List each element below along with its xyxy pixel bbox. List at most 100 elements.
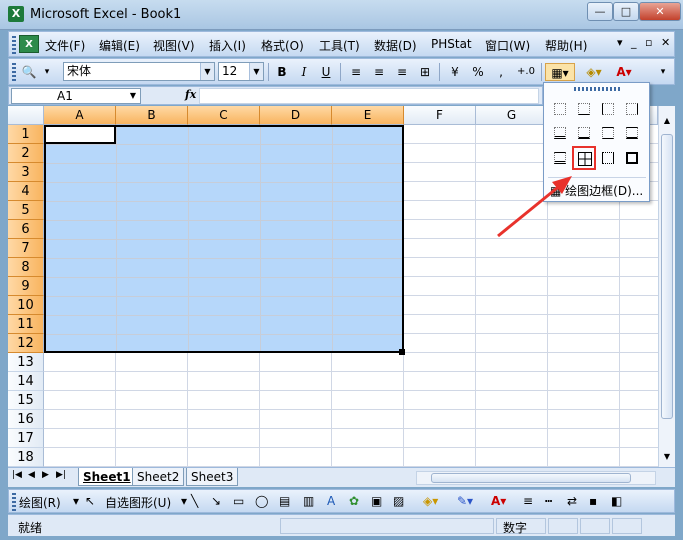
column-header[interactable]: G: [476, 106, 548, 125]
menu-view[interactable]: 视图(V): [153, 37, 195, 54]
3d-style-icon[interactable]: ◧: [611, 494, 622, 508]
palette-grip[interactable]: [574, 87, 622, 91]
borders-button[interactable]: ▦▾: [545, 63, 575, 81]
font-color-icon[interactable]: A▾: [491, 494, 506, 508]
shadow-style-icon[interactable]: ▪: [589, 494, 597, 508]
row-header[interactable]: 2: [8, 144, 44, 163]
bottom-double-border-option[interactable]: [550, 123, 570, 143]
dash-style-icon[interactable]: ┅: [545, 494, 552, 508]
top-double-bottom-border-option[interactable]: [550, 148, 570, 168]
font-color-icon[interactable]: A▾: [611, 63, 637, 81]
doc-close-button[interactable]: ✕: [661, 36, 670, 49]
menu-insert[interactable]: 插入(I): [209, 37, 246, 54]
sheet-tab-active[interactable]: Sheet1: [78, 468, 136, 486]
first-sheet-icon[interactable]: |◀: [12, 470, 22, 480]
row-header[interactable]: 7: [8, 239, 44, 258]
column-header[interactable]: D: [260, 106, 332, 125]
row-header[interactable]: 8: [8, 258, 44, 277]
row-header[interactable]: 4: [8, 182, 44, 201]
chevron-down-icon[interactable]: ▼: [200, 63, 214, 80]
row-header[interactable]: 9: [8, 277, 44, 296]
arrow-icon[interactable]: ↘: [211, 494, 221, 508]
next-sheet-icon[interactable]: ▶: [42, 470, 49, 480]
select-objects-icon[interactable]: ↖: [85, 494, 95, 508]
scroll-up-icon[interactable]: ▲: [661, 114, 673, 128]
horizontal-scrollbar[interactable]: [416, 471, 656, 485]
column-header[interactable]: B: [116, 106, 188, 125]
outside-borders-option[interactable]: [598, 148, 618, 168]
row-header[interactable]: 6: [8, 220, 44, 239]
menu-file[interactable]: 文件(F): [45, 37, 85, 54]
doc-restore-button[interactable]: ▫: [645, 36, 652, 49]
autoshapes-button[interactable]: 自选图形(U): [105, 494, 171, 511]
close-button[interactable]: ✕: [639, 2, 681, 21]
chevron-down-icon[interactable]: ▾: [73, 494, 79, 508]
scroll-down-icon[interactable]: ▼: [661, 450, 673, 464]
chevron-down-icon[interactable]: ▼: [130, 89, 136, 103]
sheet-tab[interactable]: Sheet3: [186, 468, 239, 486]
menu-help[interactable]: 帮助(H): [545, 37, 587, 54]
align-center-icon[interactable]: ≡: [369, 63, 389, 81]
rectangle-icon[interactable]: ▭: [233, 494, 244, 508]
no-border-option[interactable]: [550, 99, 570, 119]
line-style-icon[interactable]: ≡: [523, 494, 533, 508]
row-header[interactable]: 12: [8, 334, 44, 353]
picture-icon[interactable]: ▨: [393, 494, 404, 508]
row-header[interactable]: 10: [8, 296, 44, 315]
thick-bottom-border-option[interactable]: [574, 123, 594, 143]
insert-function-icon[interactable]: fx: [185, 88, 196, 101]
font-name-select[interactable]: 宋体 ▼: [63, 62, 215, 81]
toolbar-options-icon[interactable]: ▾: [657, 63, 669, 81]
menu-phstat[interactable]: PHStat: [431, 37, 472, 51]
name-box[interactable]: A1 ▼: [11, 88, 141, 104]
underline-button[interactable]: U: [316, 63, 336, 81]
line-color-icon[interactable]: ✎▾: [457, 494, 473, 508]
draw-menu-button[interactable]: 绘图(R): [19, 494, 61, 511]
active-cell[interactable]: [44, 125, 116, 144]
clipart-icon[interactable]: ▣: [371, 494, 382, 508]
fill-color-icon[interactable]: ◈▾: [581, 63, 607, 81]
percent-button[interactable]: %: [468, 63, 488, 81]
toolbar-grip[interactable]: [12, 63, 16, 81]
vertical-textbox-icon[interactable]: ▥: [303, 494, 314, 508]
select-all-corner[interactable]: [8, 106, 44, 125]
align-right-icon[interactable]: ≡: [392, 63, 412, 81]
minimize-button[interactable]: —: [587, 2, 613, 21]
toolbar-options-icon[interactable]: ▾: [41, 63, 53, 81]
increase-decimal-button[interactable]: +.0: [514, 63, 538, 81]
right-border-option[interactable]: [622, 99, 642, 119]
italic-button[interactable]: I: [294, 63, 314, 81]
row-header[interactable]: 14: [8, 372, 44, 391]
top-thick-bottom-border-option[interactable]: [622, 123, 642, 143]
wordart-icon[interactable]: A: [327, 494, 335, 508]
bottom-border-option[interactable]: [574, 99, 594, 119]
scroll-thumb[interactable]: [431, 473, 631, 483]
row-header[interactable]: 3: [8, 163, 44, 182]
menu-format[interactable]: 格式(O): [261, 37, 304, 54]
menu-window[interactable]: 窗口(W): [485, 37, 530, 54]
textbox-icon[interactable]: ▤: [279, 494, 290, 508]
row-header[interactable]: 13: [8, 353, 44, 372]
font-size-select[interactable]: 12 ▼: [218, 62, 264, 81]
row-header[interactable]: 5: [8, 201, 44, 220]
prev-sheet-icon[interactable]: ◀: [28, 470, 35, 480]
row-header[interactable]: 1: [8, 125, 44, 144]
chevron-down-icon[interactable]: ▾: [617, 36, 623, 49]
comma-button[interactable]: ,: [491, 63, 511, 81]
toolbar-grip[interactable]: [12, 36, 16, 54]
column-header[interactable]: C: [188, 106, 260, 125]
row-header[interactable]: 16: [8, 410, 44, 429]
align-left-icon[interactable]: ≡: [346, 63, 366, 81]
menu-tools[interactable]: 工具(T): [319, 37, 360, 54]
fill-color-icon[interactable]: ◈▾: [423, 494, 438, 508]
doc-minimize-button[interactable]: _: [631, 36, 637, 49]
menu-data[interactable]: 数据(D): [374, 37, 417, 54]
chevron-down-icon[interactable]: ▼: [249, 63, 263, 80]
row-header[interactable]: 11: [8, 315, 44, 334]
row-header[interactable]: 18: [8, 448, 44, 467]
fill-handle[interactable]: [399, 349, 405, 355]
formula-input[interactable]: [199, 88, 539, 104]
last-sheet-icon[interactable]: ▶|: [56, 470, 66, 480]
merge-center-icon[interactable]: ⊞: [415, 63, 435, 81]
column-header[interactable]: A: [44, 106, 116, 125]
